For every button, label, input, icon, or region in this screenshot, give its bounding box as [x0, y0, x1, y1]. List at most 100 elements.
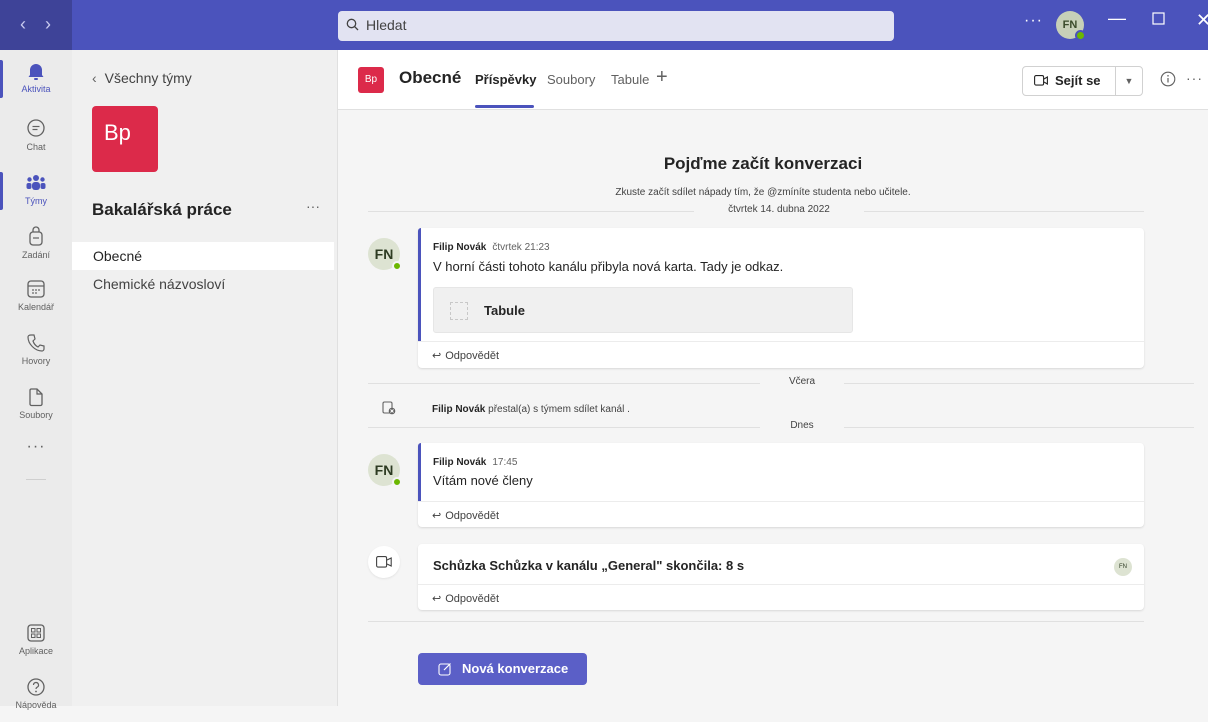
rail-item-files[interactable]: Soubory: [0, 380, 72, 432]
new-conversation-label: Nová konverzace: [462, 661, 569, 676]
author-initials: FN: [374, 462, 394, 478]
channel-more-icon[interactable]: ···: [1186, 70, 1203, 86]
tab-posts[interactable]: Příspěvky: [475, 72, 536, 87]
bell-icon: [28, 64, 44, 80]
feed-bottom-divider: [368, 621, 1144, 622]
post-author: Filip Novák: [433, 457, 487, 468]
team-avatar: Bp: [92, 106, 158, 172]
reply-icon: ↩: [432, 350, 442, 362]
teams-icon: [26, 175, 46, 190]
maximize-icon[interactable]: [1152, 12, 1165, 30]
search-input[interactable]: Hledat: [338, 11, 894, 41]
channel-header: Bp Obecné Příspěvky Soubory Tabule + Sej…: [338, 50, 1208, 110]
post-time: čtvrtek 21:23: [492, 242, 550, 253]
reply-label: Odpovědět: [445, 510, 500, 522]
search-placeholder: Hledat: [366, 17, 407, 33]
team-more-icon[interactable]: ···: [306, 198, 320, 214]
chat-icon: [27, 119, 45, 137]
assignments-icon: [29, 226, 43, 246]
tab-whiteboard[interactable]: Tabule: [611, 72, 649, 87]
rail-divider: [26, 479, 46, 480]
team-initials: Bp: [104, 120, 131, 145]
rail-item-assignments[interactable]: Zadání: [0, 220, 72, 272]
date-divider-label: Včera: [760, 376, 844, 387]
reply-button[interactable]: ↩ Odpovědět: [418, 341, 1144, 367]
team-panel: ‹ Všechny týmy Bp Bakalářská práce ··· Ob…: [72, 50, 338, 706]
post-time: 17:45: [492, 457, 518, 468]
date-divider-label: Dnes: [760, 420, 844, 431]
meeting-icon-circle: [368, 546, 400, 578]
reply-label: Odpovědět: [445, 350, 500, 362]
author-initials: FN: [374, 246, 394, 262]
reply-label: Odpovědět: [445, 593, 500, 605]
rail-item-teams[interactable]: Týmy: [0, 166, 72, 218]
rail-label: Aktivita: [21, 84, 51, 94]
system-author: Filip Novák: [432, 404, 486, 415]
presence-available-icon: [392, 477, 402, 487]
calendar-icon: [27, 280, 45, 298]
channel-main: Bp Obecné Příspěvky Soubory Tabule + Sej…: [338, 50, 1208, 706]
date-divider: Dnes: [368, 420, 1194, 434]
minimize-icon[interactable]: —: [1108, 8, 1126, 29]
reply-button[interactable]: ↩ Odpovědět: [418, 501, 1144, 527]
post-text: V horní části tohoto kanálu přibyla nová…: [433, 259, 784, 274]
rail-more-icon[interactable]: ···: [0, 438, 72, 456]
active-tab-indicator: [475, 105, 534, 108]
system-text: přestal(a) s týmem sdílet kanál .: [488, 404, 630, 415]
rail-label: Kalendář: [17, 302, 55, 312]
forward-arrow-icon[interactable]: ›: [45, 13, 51, 35]
all-teams-link[interactable]: ‹ Všechny týmy: [92, 70, 192, 86]
help-icon: [27, 678, 45, 696]
participant-avatar[interactable]: FN: [1114, 558, 1132, 576]
title-bar: ‹ › Hledat ··· FN — ✕: [0, 0, 1208, 50]
meeting-ended-text: Schůzka Schůzka v kanálu „General" skonč…: [433, 558, 745, 573]
info-icon[interactable]: [1160, 71, 1176, 87]
rail-item-calls[interactable]: Hovory: [0, 326, 72, 378]
close-icon[interactable]: ✕: [1196, 10, 1208, 31]
profile-avatar[interactable]: FN: [1056, 11, 1086, 41]
rail-label: Chat: [26, 142, 46, 152]
meet-now-label: Sejít se: [1055, 73, 1101, 88]
presence-available-icon: [392, 261, 402, 271]
more-options-icon[interactable]: ···: [1024, 12, 1043, 30]
whiteboard-card[interactable]: Tabule: [433, 287, 853, 333]
presence-available-icon: [1075, 30, 1086, 41]
date-divider-label: čtvrtek 14. dubna 2022: [694, 204, 864, 215]
system-message: Filip Novák přestal(a) s týmem sdílet ka…: [432, 404, 630, 415]
team-name: Bakalářská práce: [92, 200, 232, 219]
meet-now-button[interactable]: Sejít se: [1022, 66, 1116, 96]
all-teams-label: Všechny týmy: [104, 70, 192, 86]
rail-label: Týmy: [25, 196, 47, 206]
whiteboard-icon: [450, 302, 468, 320]
stop-sharing-icon: [382, 401, 396, 415]
tab-files[interactable]: Soubory: [547, 72, 595, 87]
add-tab-icon[interactable]: +: [656, 66, 668, 89]
post-meta: Filip Novák čtvrtek 21:23: [433, 242, 550, 253]
post-author: Filip Novák: [433, 242, 487, 253]
channel-title: Obecné: [399, 68, 462, 87]
phone-icon: [27, 334, 45, 352]
reply-icon: ↩: [432, 510, 442, 522]
empty-state-subtitle: Zkuste začít sdílet nápady tím, že @zmín…: [615, 187, 911, 198]
rail-item-calendar[interactable]: Kalendář: [0, 272, 72, 324]
profile-initials: FN: [1062, 19, 1078, 31]
post-card: Filip Novák čtvrtek 21:23 V horní části t…: [418, 228, 1144, 368]
rail-item-help[interactable]: Nápověda: [0, 670, 72, 722]
author-avatar[interactable]: FN: [368, 454, 402, 487]
rail-item-chat[interactable]: Chat: [0, 112, 72, 164]
channel-item-chemistry[interactable]: Chemické názvosloví: [72, 270, 334, 298]
rail-item-activity[interactable]: Aktivita: [0, 54, 72, 106]
author-avatar[interactable]: FN: [368, 238, 402, 271]
channel-item-general[interactable]: Obecné: [72, 242, 334, 270]
meet-options-dropdown[interactable]: ▼: [1115, 66, 1143, 96]
apps-icon: [27, 624, 45, 642]
post-card: Filip Novák 17:45 Vítám nové členy ↩ Odpov…: [418, 443, 1144, 527]
reply-button[interactable]: ↩ Odpovědět: [418, 584, 1144, 610]
post-text: Vítám nové členy: [433, 473, 533, 488]
channel-team-avatar: Bp: [358, 67, 384, 93]
empty-state-title: Pojďme začít konverzaci: [663, 154, 863, 173]
rail-label: Soubory: [19, 410, 53, 420]
back-arrow-icon[interactable]: ‹: [20, 13, 26, 35]
new-conversation-button[interactable]: Nová konverzace: [418, 653, 587, 685]
rail-item-apps[interactable]: Aplikace: [0, 616, 72, 668]
